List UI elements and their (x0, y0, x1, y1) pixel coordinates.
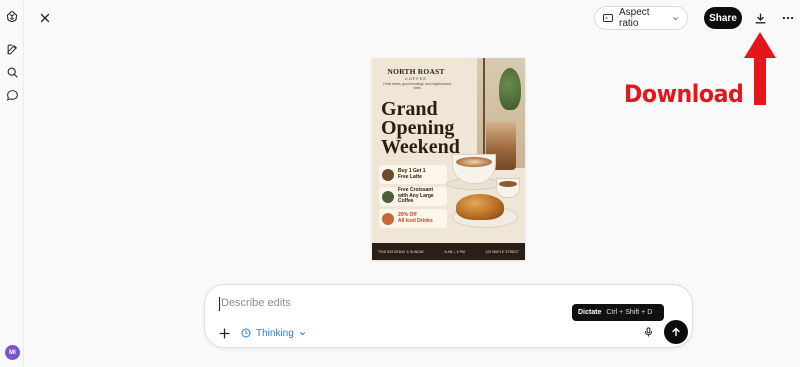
offer-badge-icon (382, 190, 394, 203)
offer-badge-icon (382, 168, 394, 181)
chevron-down-icon (672, 16, 679, 20)
offer-line: Buy 1 Get 1 (398, 167, 426, 174)
poster-brand-sub: COFFEE (404, 76, 428, 81)
chevron-down-icon (299, 331, 305, 335)
offer-line: 20% Off (398, 211, 417, 218)
poster-espresso-cup (496, 178, 520, 198)
poster-brand: NORTH ROAST (387, 67, 445, 76)
add-attachment-icon[interactable] (215, 324, 233, 342)
poster-footer-time: 8 AM – 6 PM (444, 249, 466, 254)
offer-badge-icon (382, 212, 394, 225)
poster-croissant (456, 194, 504, 220)
poster-title-line: Weekend (381, 135, 460, 158)
poster-plant (499, 68, 521, 110)
poster-footer: THIS SATURDAY & SUNDAY 8 AM – 6 PM 123 M… (372, 243, 525, 260)
thinking-label: Thinking (256, 327, 294, 339)
poster-offer: Free Croissant with Any Large Coffee (379, 187, 447, 206)
new-chat-icon[interactable] (4, 41, 20, 57)
thinking-icon (241, 328, 251, 338)
annotation-arrow (744, 32, 776, 105)
poster-title-line: Grand (381, 98, 438, 120)
aspect-ratio-icon (603, 14, 613, 22)
close-icon[interactable] (36, 9, 54, 27)
text-caret (219, 297, 220, 311)
poster-offer: 20% Off All Iced Drinks (379, 209, 447, 228)
poster-offer: Buy 1 Get 1 Free Latte (379, 165, 447, 184)
describe-edits-input[interactable]: Describe edits (221, 297, 291, 309)
poster-footer-address: 123 MAPLE STREET (485, 249, 519, 254)
aspect-ratio-dropdown[interactable]: Aspect ratio (594, 6, 688, 30)
arrow-up-icon (672, 327, 680, 337)
chatgpt-logo-icon[interactable] (4, 9, 20, 25)
generated-poster-image[interactable]: NORTH ROAST COFFEE Fresh brews, good mor… (372, 58, 525, 260)
thinking-mode-button[interactable]: Thinking (240, 324, 307, 342)
dictate-tooltip: Dictate Ctrl + Shift + D (572, 304, 664, 321)
download-icon[interactable] (751, 9, 769, 27)
aspect-ratio-label: Aspect ratio (619, 7, 650, 29)
poster-tagline: Fresh brews, good mornings, and neighbor… (383, 82, 451, 90)
send-button[interactable] (664, 320, 688, 344)
poster-title-line: Opening (381, 116, 455, 139)
tooltip-shortcut: Ctrl + Shift + D (606, 309, 653, 316)
offer-line: Free Croissant (398, 186, 434, 193)
user-avatar[interactable]: MI (5, 345, 20, 360)
offer-line: All Iced Drinks (398, 217, 433, 224)
offer-line: with Any Large Coffee (398, 192, 434, 205)
offer-line: Free Latte (398, 173, 422, 180)
share-button[interactable]: Share (704, 7, 742, 29)
download-annotation-text: Download (624, 80, 744, 108)
more-options-icon[interactable] (779, 9, 797, 27)
microphone-icon[interactable] (640, 323, 656, 341)
chat-bubble-icon[interactable] (4, 87, 20, 103)
poster-footer-date: THIS SATURDAY & SUNDAY (378, 249, 425, 254)
poster-title: Grand Opening Weekend (381, 98, 460, 158)
tooltip-label: Dictate (578, 309, 602, 316)
search-icon[interactable] (4, 64, 20, 80)
poster-offers: Buy 1 Get 1 Free Latte Free Croissant with… (379, 165, 447, 231)
left-sidebar: MI (0, 0, 24, 367)
